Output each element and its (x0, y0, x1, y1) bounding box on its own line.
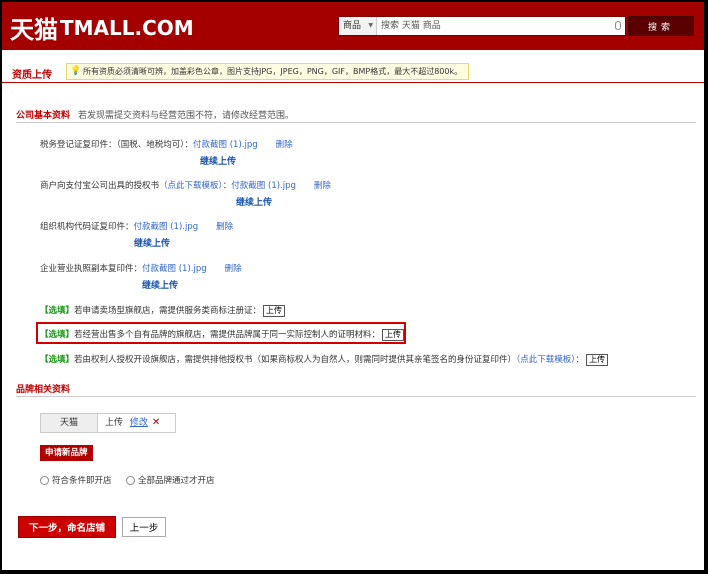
radio-circle[interactable] (40, 476, 49, 485)
prev-step-button[interactable]: 上一步 (122, 517, 166, 537)
radio-open-when-all-approved[interactable]: 全部品牌通过才开店 (126, 474, 215, 486)
org-code-continue-upload[interactable]: 继续上传 (134, 236, 170, 249)
search-input[interactable] (381, 17, 611, 35)
tip-text: 所有资质必须清晰可辨，加盖彩色公章，图片支持JPG，JPEG，PNG，GIF，B… (83, 67, 463, 76)
optional-multi-brand-text: 若经营出售多个自有品牌的旗舰店，需提供品牌属于同一实际控制人的证明材料： (74, 330, 381, 340)
tax-cert-continue-upload[interactable]: 继续上传 (200, 154, 236, 167)
optional-exclusive-auth-template-link[interactable]: （点此下载模板） (516, 355, 576, 365)
logo-cn: 天猫 (10, 15, 58, 44)
brand-edit-link[interactable]: 修改 (130, 418, 148, 428)
tax-cert-row: 税务登记证复印件：（国税、地税均可）：付款截图 (1).jpg 删除 (40, 138, 293, 150)
alipay-auth-file-link[interactable]: 付款截图 (1).jpg (231, 181, 296, 191)
tip-banner: 💡 所有资质必须清晰可辨，加盖彩色公章，图片支持JPG，JPEG，PNG，GIF… (66, 63, 470, 80)
radio-circle[interactable] (126, 476, 135, 485)
alipay-auth-template-link[interactable]: （点此下载模板） (159, 181, 223, 191)
logo-en: TMALL.COM (60, 15, 194, 40)
radio-open-when-eligible[interactable]: 符合条件即开店 (40, 474, 112, 486)
radio-open-when-eligible-label: 符合条件即开店 (52, 476, 112, 486)
brand-uploaded-label: 上传 (105, 418, 124, 428)
brand-name: 天猫 (41, 414, 98, 432)
optional-exclusive-auth-upload-button[interactable]: 上传 (586, 353, 609, 366)
tax-cert-label: 税务登记证复印件：（国税、地税均可）： (40, 140, 194, 150)
alipay-auth-row: 商户向支付宝公司出具的授权书（点此下载模板）：付款截图 (1).jpg 删除 (40, 179, 331, 191)
brand-actions: 上传 修改 ✕ (105, 414, 160, 432)
tmall-logo[interactable]: 天猫 TMALL.COM (10, 10, 194, 45)
brand-section-title: 品牌相关资料 (16, 385, 71, 395)
org-code-row: 组织机构代码证复印件：付款截图 (1).jpg 删除 (40, 220, 233, 232)
page-header: 资质上传 💡 所有资质必须清晰可辨，加盖彩色公章，图片支持JPG，JPEG，PN… (2, 62, 704, 83)
optional-trademark-text: 若申请卖场型旗舰店，需提供服务类商标注册证： (74, 306, 262, 316)
org-code-label: 组织机构代码证复印件： (40, 222, 134, 232)
optional-tag: 【选填】 (40, 330, 75, 340)
org-code-delete-link[interactable]: 删除 (216, 222, 233, 232)
search-box: 商品 ▼ (338, 16, 626, 36)
optional-multi-brand-upload-button[interactable]: 上传 (382, 328, 405, 341)
optional-trademark-upload-button[interactable]: 上传 (263, 304, 286, 317)
business-license-continue-upload[interactable]: 继续上传 (142, 278, 178, 291)
search-button[interactable]: 搜索 (628, 16, 694, 36)
company-section-header: 公司基本资料 若发现需提交资料与经营范围不符，请修改经营范围。 (16, 108, 696, 123)
optional-exclusive-auth-text: 若由权利人授权开设旗舰店，需提供排他授权书（如果商标权人为自然人，则需同时提供其… (74, 355, 517, 365)
page-title: 资质上传 (12, 70, 52, 81)
company-section-title: 公司基本资料 (16, 111, 71, 121)
search-category-select[interactable]: 商品 ▼ (339, 17, 377, 35)
alipay-auth-continue-upload[interactable]: 继续上传 (236, 195, 272, 208)
business-license-row: 企业营业执照副本复印件：付款截图 (1).jpg 删除 (40, 262, 242, 274)
search-category-label: 商品 (343, 21, 362, 31)
chevron-down-icon: ▼ (368, 22, 373, 29)
company-section-note: 若发现需提交资料与经营范围不符，请修改经营范围。 (78, 111, 295, 121)
tax-cert-file-link[interactable]: 付款截图 (1).jpg (193, 140, 258, 150)
business-license-delete-link[interactable]: 删除 (225, 264, 242, 274)
optional-exclusive-auth-row: 【选填】若由权利人授权开设旗舰店，需提供排他授权书（如果商标权人为自然人，则需同… (40, 353, 609, 366)
lightbulb-icon: 💡 (70, 66, 82, 76)
next-step-button[interactable]: 下一步，命名店铺 (18, 516, 116, 538)
optional-tag: 【选填】 (40, 355, 75, 365)
header-bar: 天猫 TMALL.COM 商品 ▼ 搜索 (2, 2, 704, 50)
apply-new-brand-button[interactable]: 申请新品牌 (40, 445, 93, 461)
radio-open-when-all-approved-label: 全部品牌通过才开店 (138, 476, 215, 486)
optional-trademark-row: 【选填】若申请卖场型旗舰店，需提供服务类商标注册证： 上传 (40, 304, 286, 317)
tax-cert-delete-link[interactable]: 删除 (276, 140, 293, 150)
business-license-file-link[interactable]: 付款截图 (1).jpg (142, 264, 207, 274)
business-license-label: 企业营业执照副本复印件： (40, 264, 143, 274)
alipay-auth-label: 商户向支付宝公司出具的授权书 (40, 181, 160, 191)
microphone-icon[interactable] (615, 21, 621, 30)
close-icon[interactable]: ✕ (152, 417, 160, 428)
brand-section-header: 品牌相关资料 (16, 382, 696, 397)
org-code-file-link[interactable]: 付款截图 (1).jpg (134, 222, 199, 232)
optional-tag: 【选填】 (40, 306, 75, 316)
page-frame: 天猫TMALL.COM 商品 ▼ 搜索 资质上传 💡 所有资质必须清晰可辨，加盖… (2, 2, 704, 570)
brand-entry: 天猫 上传 修改 ✕ (40, 413, 176, 433)
optional-multi-brand-row: 【选填】若经营出售多个自有品牌的旗舰店，需提供品牌属于同一实际控制人的证明材料：… (40, 328, 405, 341)
optional-exclusive-auth-colon: ： (575, 355, 585, 365)
alipay-auth-delete-link[interactable]: 删除 (314, 181, 331, 191)
